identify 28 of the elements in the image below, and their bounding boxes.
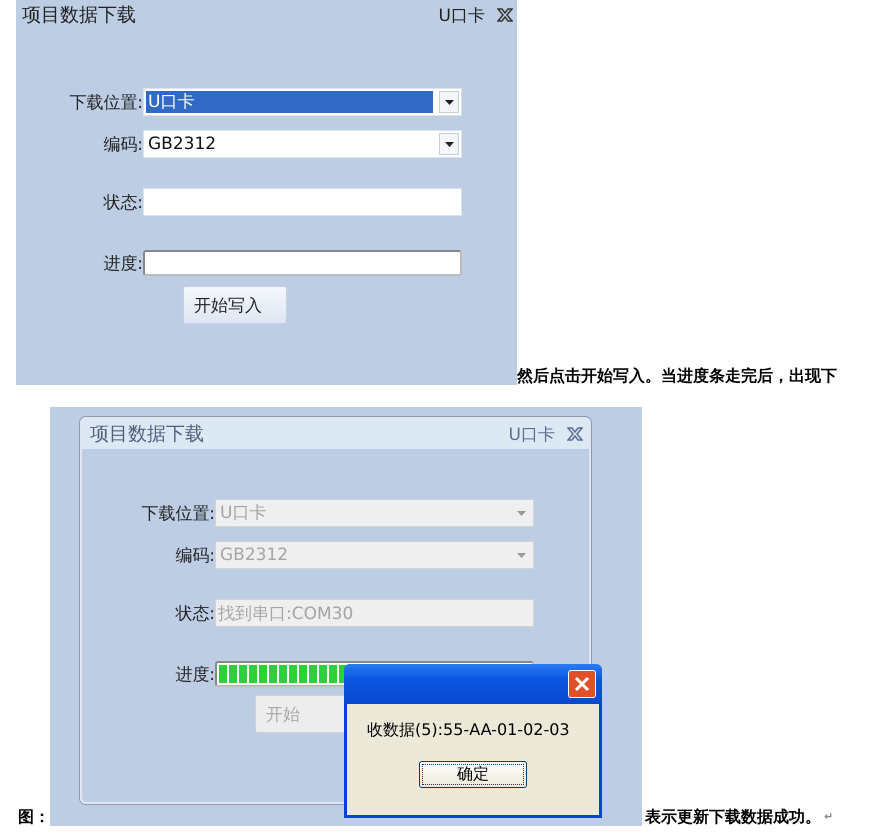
device-label: U口卡 <box>438 4 485 26</box>
message-text: 收数据(5):55-AA-01-02-03 <box>367 720 571 741</box>
field-label: 进度: <box>102 252 143 274</box>
selected-value: U口卡 <box>146 91 433 113</box>
close-icon[interactable] <box>497 8 513 22</box>
close-icon <box>573 675 591 693</box>
field-label: 状态: <box>174 602 215 624</box>
window-title: 项目数据下载 <box>22 3 137 28</box>
start-write-button[interactable]: 开始写入 <box>183 286 287 324</box>
body-text: 图： <box>18 808 50 826</box>
field-label: 下载位置: <box>68 92 143 114</box>
paragraph-mark: ↵ <box>824 809 834 825</box>
field-label: 编码: <box>102 134 143 156</box>
dropdown[interactable]: U口卡 <box>143 88 462 116</box>
dropdown[interactable]: GB2312 <box>143 130 462 158</box>
selected-value: U口卡 <box>219 502 268 524</box>
body-text: 表示更新下载数据成功。 <box>645 808 821 826</box>
selected-value: GB2312 <box>219 544 290 566</box>
window-title: 项目数据下载 <box>90 422 205 447</box>
field-label: 编码: <box>174 544 215 566</box>
field-label: 状态: <box>102 192 143 214</box>
body-text: 然后点击开始写入。当进度条走完后，出现下 <box>517 367 837 385</box>
status-field[interactable] <box>143 188 462 216</box>
field-label: 进度: <box>174 664 215 686</box>
selected-value: GB2312 <box>147 133 218 155</box>
device-label: U口卡 <box>508 424 555 446</box>
field-label: 下载位置: <box>140 502 215 524</box>
close-button[interactable] <box>568 670 596 698</box>
